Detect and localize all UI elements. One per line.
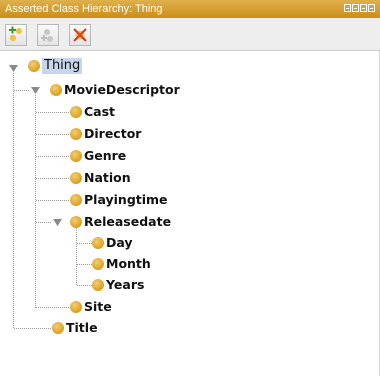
class-hierarchy-panel: Asserted Class Hierarchy: Thing Thing Mo… (0, 0, 380, 376)
tree-node-releasedate[interactable]: Releasedate (70, 212, 171, 232)
class-icon (52, 322, 64, 334)
delete-class-icon (73, 28, 87, 42)
tree-node-thing[interactable]: Thing (28, 56, 83, 76)
class-icon (70, 106, 82, 118)
panel-title: Asserted Class Hierarchy: Thing (5, 3, 163, 15)
tree-node-playingtime[interactable]: Playingtime (70, 190, 168, 210)
tree-node-genre[interactable]: Genre (70, 146, 126, 166)
restore-icon[interactable] (344, 4, 351, 12)
expand-toggle-moviedescriptor[interactable] (31, 87, 40, 95)
class-icon (92, 279, 104, 291)
window-buttons (344, 4, 375, 14)
tree-node-nation[interactable]: Nation (70, 168, 131, 188)
close-icon[interactable] (368, 4, 375, 12)
add-subclass-icon (9, 26, 22, 42)
tree-node-moviedescriptor[interactable]: MovieDescriptor (50, 80, 180, 100)
class-icon (70, 150, 82, 162)
class-tree: Thing MovieDescriptor Cast Director Genr… (0, 51, 380, 376)
minimize-icon[interactable] (352, 4, 359, 12)
tree-node-site[interactable]: Site (70, 297, 112, 317)
expand-toggle-thing[interactable] (9, 65, 18, 73)
delete-class-button[interactable] (69, 24, 91, 46)
maximize-icon[interactable] (360, 4, 367, 12)
add-sibling-class-icon (41, 29, 53, 42)
expand-toggle-releasedate[interactable] (53, 219, 62, 227)
add-sibling-class-button[interactable] (37, 24, 59, 46)
class-icon (70, 216, 82, 228)
class-icon (70, 194, 82, 206)
class-icon (70, 301, 82, 313)
add-subclass-button[interactable] (5, 24, 27, 46)
class-icon (28, 60, 40, 72)
class-icon (70, 172, 82, 184)
class-icon (92, 258, 104, 270)
tree-node-title[interactable]: Title (52, 318, 98, 338)
tree-node-day[interactable]: Day (92, 233, 133, 253)
class-icon (70, 128, 82, 140)
hierarchy-toolbar (0, 18, 380, 51)
panel-title-bar: Asserted Class Hierarchy: Thing (0, 0, 380, 18)
tree-node-director[interactable]: Director (70, 124, 141, 144)
tree-node-years[interactable]: Years (92, 275, 144, 295)
class-icon (92, 237, 104, 249)
tree-node-month[interactable]: Month (92, 254, 151, 274)
class-icon (50, 84, 62, 96)
tree-node-cast[interactable]: Cast (70, 102, 115, 122)
